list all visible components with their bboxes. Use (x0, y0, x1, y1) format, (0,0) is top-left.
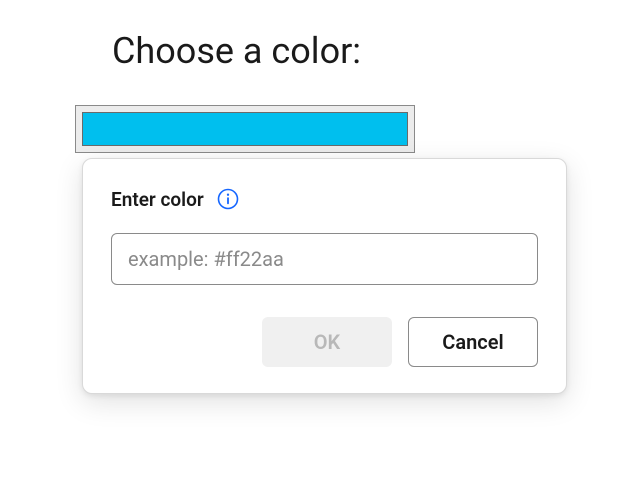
popover-title: Enter color (111, 188, 204, 211)
popover-button-row: OK Cancel (111, 317, 538, 367)
color-entry-popover: Enter color OK Cancel (82, 158, 567, 394)
popover-header: Enter color (111, 187, 538, 211)
color-input[interactable] (111, 233, 538, 285)
page-heading: Choose a color: (112, 30, 361, 72)
cancel-button[interactable]: Cancel (408, 317, 538, 367)
color-swatch-fill (82, 112, 408, 146)
ok-button[interactable]: OK (262, 317, 392, 367)
info-icon[interactable] (216, 187, 240, 211)
color-swatch[interactable] (75, 105, 415, 153)
